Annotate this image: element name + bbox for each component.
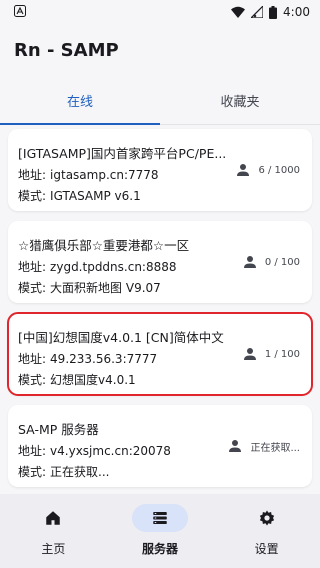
- server-mode: 模式: 正在获取...: [18, 463, 300, 480]
- bottom-navigation: 主页 服务器 设置: [0, 494, 320, 568]
- address-value: v4.yxsjmc.cn:20078: [50, 444, 171, 458]
- server-list-icon: [132, 504, 188, 532]
- nav-servers[interactable]: 服务器: [107, 504, 214, 568]
- mode-value: 大面积新地图 V9.07: [50, 281, 161, 295]
- nav-servers-label: 服务器: [142, 542, 179, 556]
- app-title: Rn - SAMP: [14, 39, 119, 61]
- mode-label: 模式:: [18, 373, 47, 387]
- tab-bar: 在线 收藏夹: [0, 76, 320, 125]
- person-icon: [241, 345, 259, 363]
- server-mode: 模式: 大面积新地图 V9.07: [18, 279, 300, 296]
- person-icon: [241, 253, 259, 271]
- player-count: 1 / 100: [241, 345, 300, 363]
- server-card[interactable]: SA-MP 服务器 地址: v4.yxsjmc.cn:20078 模式: 正在获取.…: [8, 405, 312, 487]
- server-title: [IGTASAMP]国内首家跨平台PC/PE...: [18, 146, 227, 161]
- address-label: 地址:: [18, 260, 47, 274]
- server-title: [中国]幻想国度v4.0.1 [CN]简体中文: [18, 330, 224, 345]
- server-card[interactable]: ☆猎鹰俱乐部☆重要港都☆一区 地址: zygd.tpddns.cn:8888 模式…: [8, 221, 312, 303]
- player-count: 正在获取...: [226, 437, 300, 455]
- address-value: igtasamp.cn:7778: [50, 168, 159, 182]
- server-list: [IGTASAMP]国内首家跨平台PC/PE... 地址: igtasamp.cn…: [0, 125, 320, 487]
- mode-label: 模式:: [18, 189, 47, 203]
- player-count-text: 1 / 100: [264, 348, 300, 360]
- mode-label: 模式:: [18, 281, 47, 295]
- tab-online[interactable]: 在线: [0, 76, 160, 125]
- address-value: zygd.tpddns.cn:8888: [50, 260, 177, 274]
- home-icon: [25, 504, 81, 532]
- status-bar: 4:00: [0, 0, 320, 24]
- mode-value: 正在获取...: [50, 465, 110, 479]
- address-label: 地址:: [18, 444, 47, 458]
- nav-home-label: 主页: [41, 542, 66, 556]
- gear-icon: [239, 504, 295, 532]
- person-icon: [234, 161, 252, 179]
- tab-favorites[interactable]: 收藏夹: [160, 76, 320, 124]
- mode-value: 幻想国度v4.0.1: [50, 373, 136, 387]
- player-count-text: 6 / 1000: [258, 164, 300, 176]
- nav-settings-label: 设置: [254, 542, 279, 556]
- nav-home[interactable]: 主页: [0, 504, 107, 568]
- a-letter-icon: [14, 4, 26, 20]
- status-time: 4:00: [283, 5, 310, 19]
- mode-value: IGTASAMP v6.1: [50, 189, 141, 203]
- address-label: 地址:: [18, 352, 47, 366]
- battery-icon: [269, 5, 278, 19]
- server-title: SA-MP 服务器: [18, 422, 99, 437]
- player-count: 0 / 100: [241, 253, 300, 271]
- server-card-selected[interactable]: [中国]幻想国度v4.0.1 [CN]简体中文 地址: 49.233.56.3:7…: [7, 312, 313, 396]
- player-count-text: 0 / 100: [264, 256, 300, 268]
- server-mode: 模式: IGTASAMP v6.1: [18, 187, 300, 204]
- server-card[interactable]: [IGTASAMP]国内首家跨平台PC/PE... 地址: igtasamp.cn…: [8, 129, 312, 211]
- player-count-text: 正在获取...: [250, 442, 300, 454]
- person-icon: [226, 437, 244, 455]
- player-count: 6 / 1000: [234, 161, 300, 179]
- address-value: 49.233.56.3:7777: [50, 352, 158, 366]
- server-mode: 模式: 幻想国度v4.0.1: [18, 371, 300, 388]
- wifi-icon: [231, 6, 246, 18]
- signal-icon: [251, 6, 264, 18]
- server-title: ☆猎鹰俱乐部☆重要港都☆一区: [18, 238, 190, 253]
- mode-label: 模式:: [18, 465, 47, 479]
- nav-settings[interactable]: 设置: [213, 504, 320, 568]
- address-label: 地址:: [18, 168, 47, 182]
